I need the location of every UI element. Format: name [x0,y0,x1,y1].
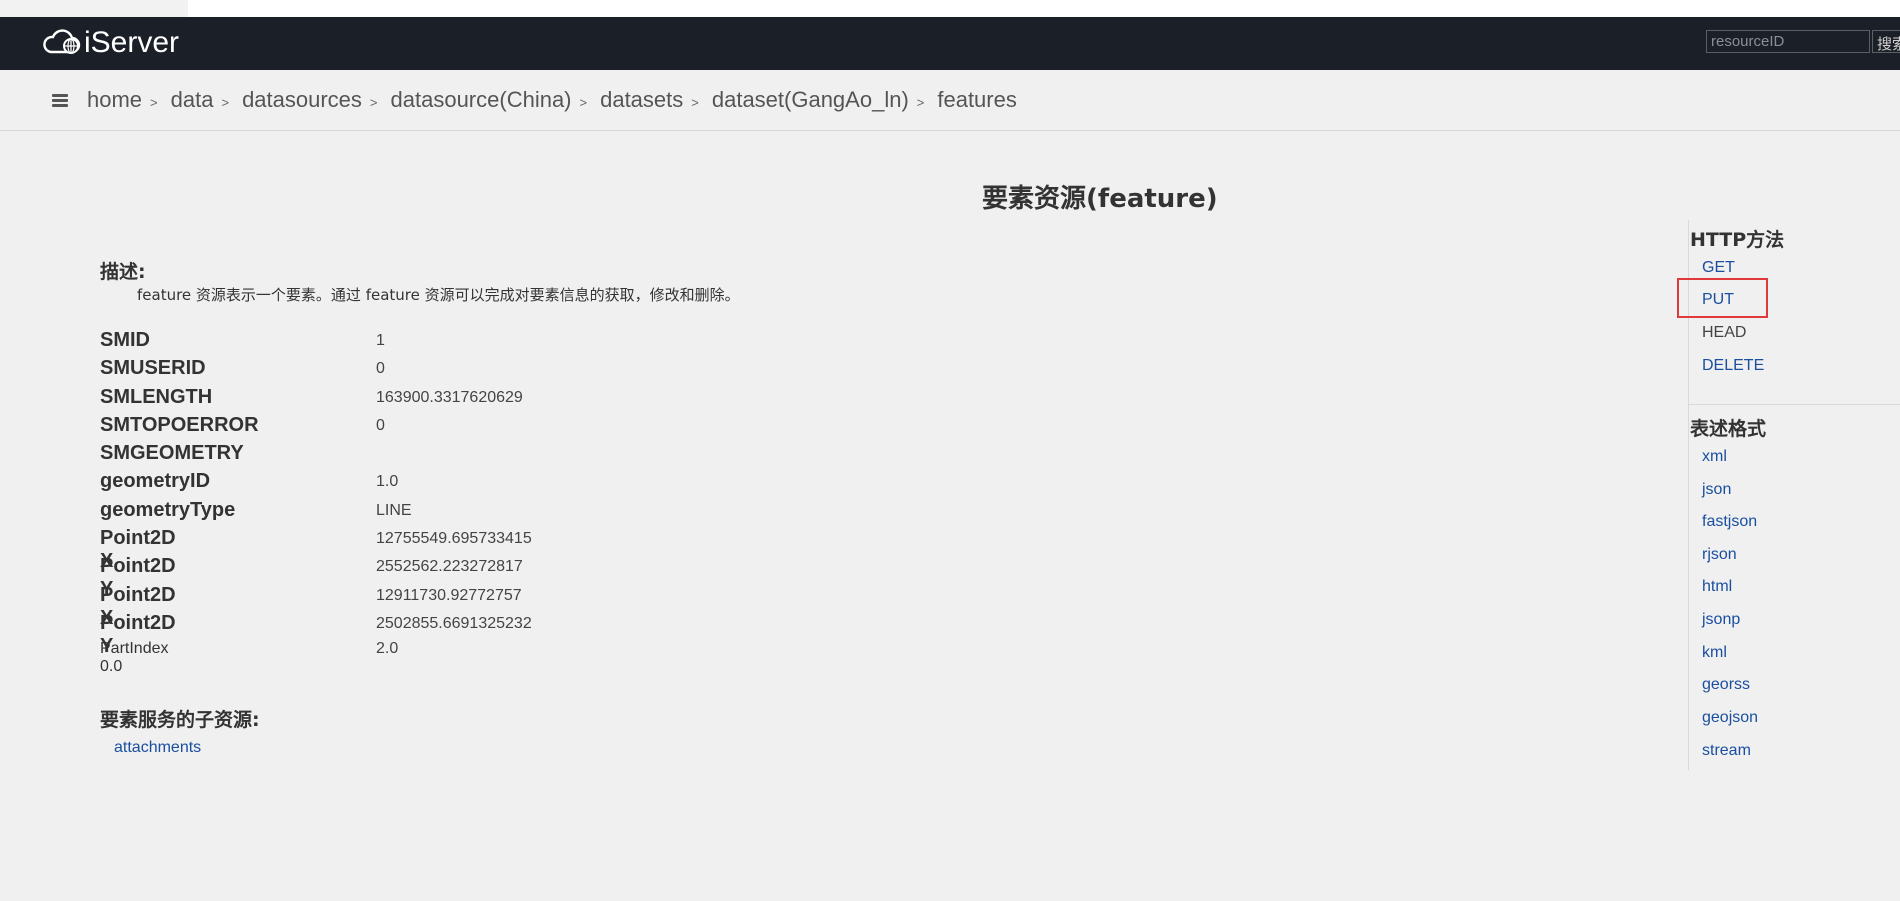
breadcrumb-datasource[interactable]: datasource(China) [391,87,572,113]
field-value: 0 [376,360,385,378]
iserver-logo[interactable]: iServer [42,25,179,61]
breadcrumb-separator: > [369,95,378,110]
field-value: 1 [376,332,385,349]
format-json-link[interactable]: json [1702,481,1731,499]
sidebar-divider [1689,404,1900,405]
formats-heading: 表述格式 [1690,418,1767,440]
description-text: feature 资源表示一个要素。通过 feature 资源可以完成对要素信息的… [137,286,740,304]
cloud-globe-icon [43,29,81,54]
field-value: 1.0 [376,473,399,491]
breadcrumb-datasets[interactable]: datasets [600,87,683,113]
field-value: 0 [376,416,385,434]
format-kml-link[interactable]: kml [1702,644,1727,662]
method-get-link[interactable]: GET [1702,259,1735,277]
field-value: 2502855.6691325232 [376,614,532,632]
format-geojson-link[interactable]: geojson [1702,709,1758,727]
put-highlight-box [1677,278,1768,318]
field-name: geometryID [100,470,211,493]
field-name: SMUSERID [100,357,206,380]
logo-text: iServer [84,26,180,59]
app-header: iServer 搜索 [0,17,1900,70]
breadcrumb-separator: > [691,95,699,110]
menu-list-icon [52,94,68,108]
breadcrumb-features[interactable]: features [937,87,1017,113]
subresources-label: 要素服务的子资源: [100,709,260,731]
field-value: 2.0 [376,640,399,658]
resource-id-search-input[interactable] [1706,30,1870,53]
method-head-label: HEAD [1702,324,1747,341]
breadcrumb-items: home > data > datasources > datasource(C… [87,87,1017,113]
attachments-link[interactable]: attachments [114,739,201,757]
field-value: 12911730.92772757 [376,586,522,604]
format-georss-link[interactable]: georss [1702,676,1750,694]
search-button[interactable]: 搜索 [1872,30,1900,53]
field-value: LINE [376,501,412,519]
method-delete-link[interactable]: DELETE [1702,357,1764,375]
field-value: 2552562.223272817 [376,558,523,576]
field-value: 163900.3317620629 [376,388,523,406]
field-name: SMGEOMETRY [100,442,244,465]
breadcrumb-separator: > [579,95,588,110]
breadcrumb-data[interactable]: data [171,87,214,113]
format-jsonp-link[interactable]: jsonp [1702,611,1740,629]
field-name: SMLENGTH [100,385,213,408]
browser-tab-edge [0,0,188,17]
breadcrumb: home > data > datasources > datasource(C… [0,70,1900,131]
breadcrumb-datasources[interactable]: datasources [242,87,362,113]
format-stream-link[interactable]: stream [1702,742,1751,760]
format-html-link[interactable]: html [1702,578,1732,596]
field-name: SMID [100,329,150,351]
breadcrumb-home[interactable]: home [87,87,142,113]
format-fastjson-link[interactable]: fastjson [1702,513,1757,531]
breadcrumb-separator: > [916,95,925,110]
field-value: 12755549.695733415 [376,530,532,548]
page-title: 要素资源(feature) [982,184,1218,214]
breadcrumb-separator: > [150,95,158,110]
format-rjson-link[interactable]: rjson [1702,546,1737,564]
format-xml-link[interactable]: xml [1702,448,1727,466]
field-name: PartIndex 0.0 [100,640,169,676]
field-name: SMTOPOERROR [100,413,259,436]
breadcrumb-separator: > [221,95,230,110]
browser-top-strip [0,0,1900,17]
description-label: 描述: [100,261,146,283]
field-name: geometryType [100,498,236,521]
http-methods-heading: HTTP方法 [1690,229,1785,251]
breadcrumb-dataset[interactable]: dataset(GangAo_ln) [712,87,909,113]
